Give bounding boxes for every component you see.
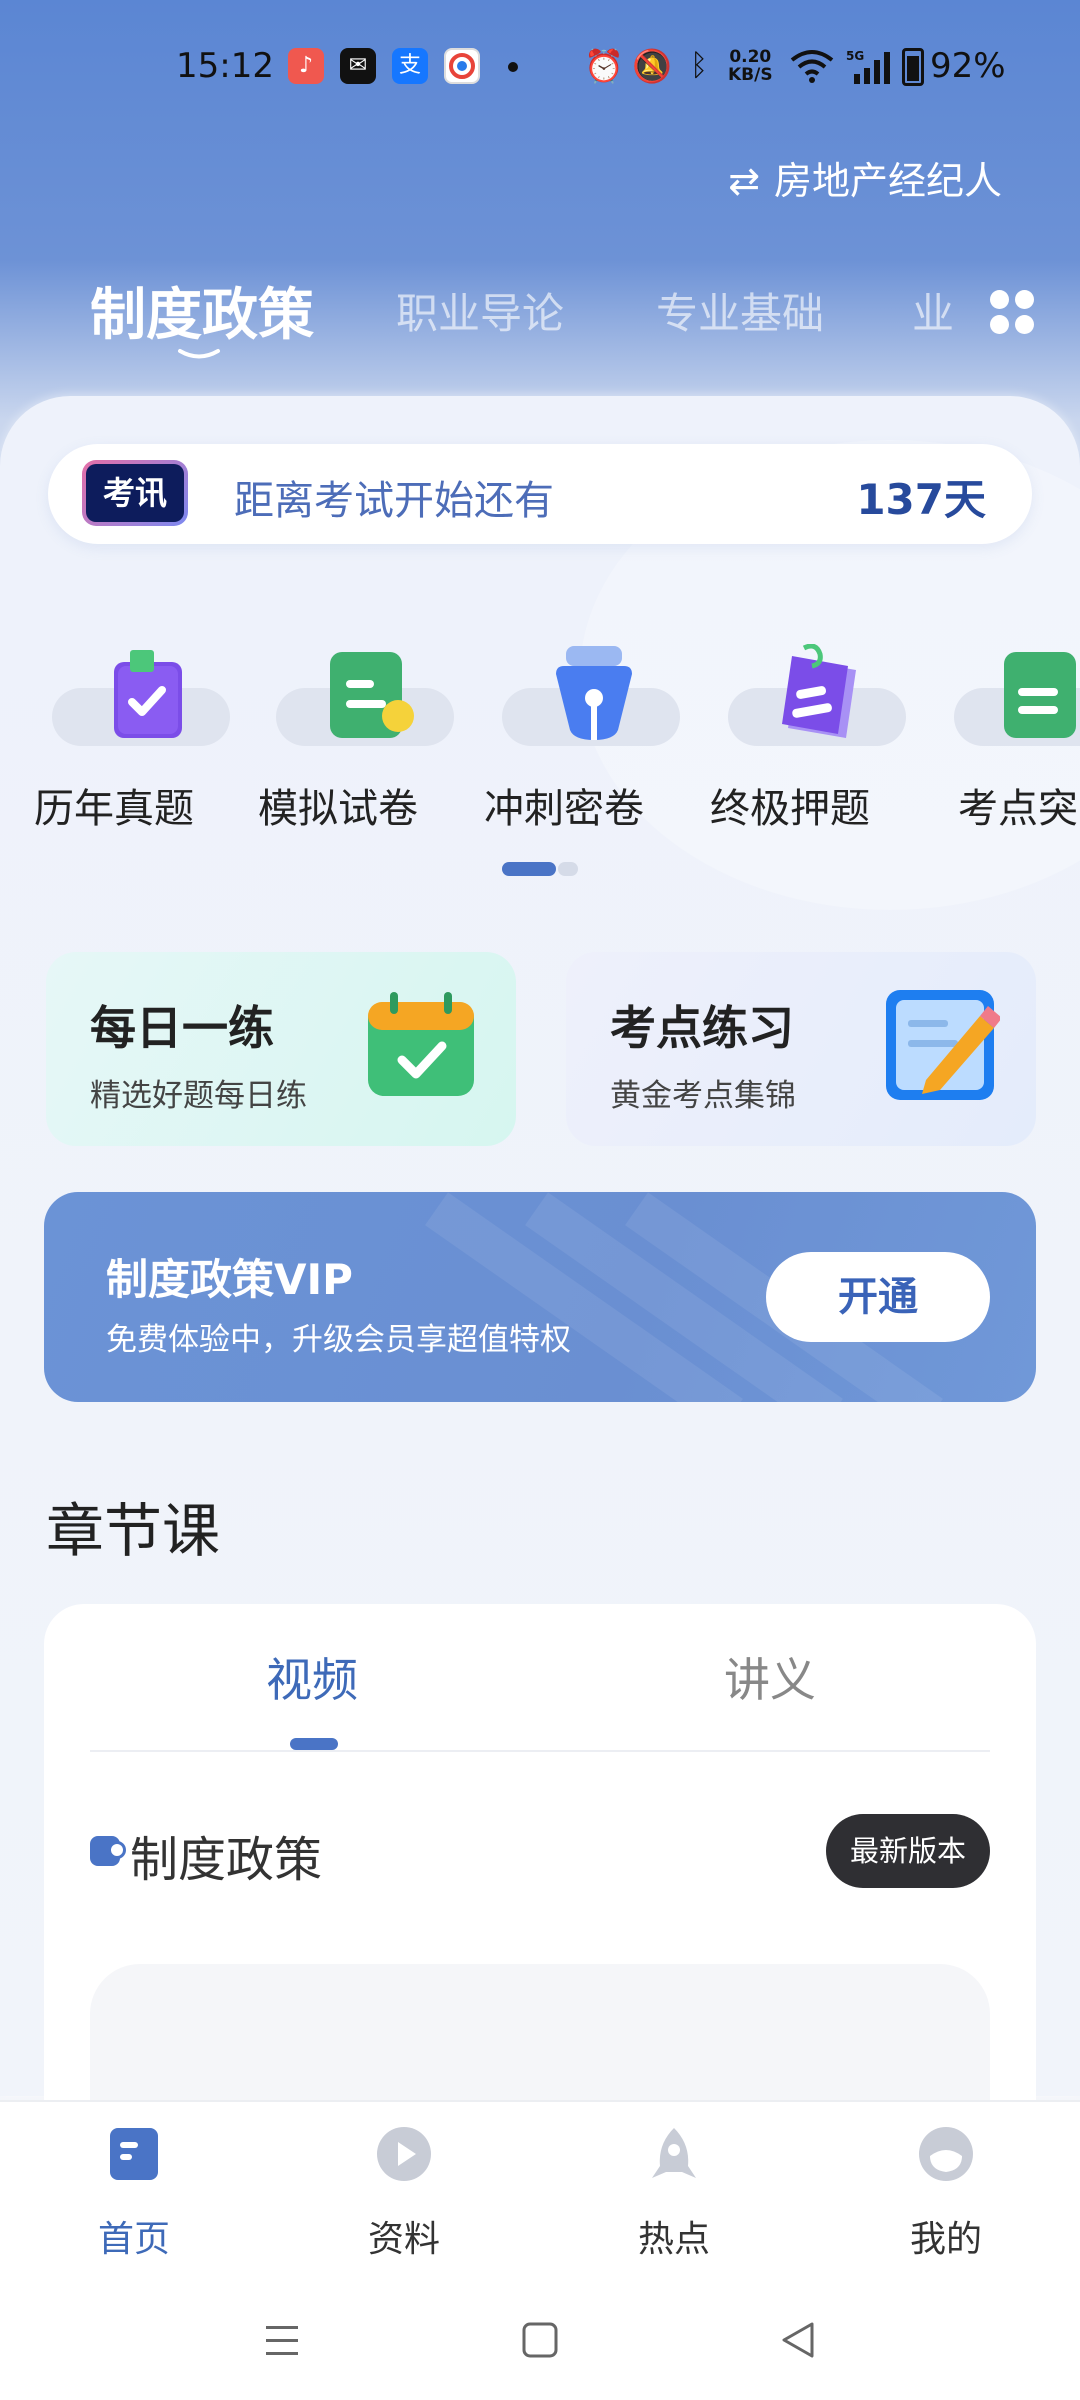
- key-point-practice-title: 考点练习: [610, 1001, 794, 1055]
- exam-switch[interactable]: ⇄ 房地产经纪人: [728, 150, 1002, 205]
- back-icon[interactable]: [768, 2310, 828, 2370]
- nav-label: 首页: [97, 2219, 170, 2260]
- exam-switch-label: 房地产经纪人: [773, 159, 1002, 203]
- nav-hot-topics[interactable]: 热点: [594, 2126, 754, 2260]
- countdown-label: 距离考试开始还有: [234, 478, 554, 524]
- home-icon: [110, 2128, 158, 2180]
- nav-materials[interactable]: 资料: [324, 2126, 484, 2260]
- daily-practice-subtitle: 精选好题每日练: [90, 1078, 307, 1114]
- play-circle-icon: [377, 2127, 431, 2181]
- network-speed-unit: KB/S: [728, 65, 773, 85]
- daily-practice-title: 每日一练: [90, 1001, 274, 1055]
- news-badge-label: 考讯: [86, 464, 184, 522]
- pager-dot-active: [502, 862, 556, 876]
- mock-paper-icon: [330, 652, 414, 738]
- sprint-paper-icon: [556, 646, 632, 740]
- key-points-icon: [1004, 652, 1076, 738]
- vip-activate-button[interactable]: 开通: [766, 1252, 990, 1342]
- vip-subtitle: 免费体验中，升级会员享超值特权: [106, 1322, 571, 1358]
- tab-divider: [90, 1750, 990, 1752]
- home-button-icon[interactable]: [510, 2310, 570, 2370]
- tab-ye[interactable]: 业: [912, 280, 954, 341]
- quick-action-sprint-paper[interactable]: 冲刺密卷: [484, 630, 680, 840]
- latest-version-badge[interactable]: 最新版本: [826, 1814, 990, 1888]
- news-badge: 考讯: [82, 460, 188, 526]
- alarm-icon: ⏰: [584, 47, 624, 85]
- key-point-practice-subtitle: 黄金考点集锦: [610, 1078, 796, 1114]
- quick-action-label: 冲刺密卷: [484, 786, 644, 832]
- quick-action-final-prediction[interactable]: 终极押题: [710, 630, 906, 840]
- battery-icon: [902, 48, 924, 86]
- music-app-icon: ♪: [288, 48, 324, 84]
- network-speed-value: 0.20: [729, 47, 772, 67]
- browser-app-icon: [444, 48, 480, 84]
- profile-icon: [919, 2127, 973, 2181]
- swap-icon: ⇄: [728, 159, 760, 203]
- section-marker-icon: [90, 1836, 126, 1866]
- chapter-section-title: 章节课: [46, 1497, 221, 1565]
- alipay-icon: 支: [392, 48, 428, 84]
- tab-handout[interactable]: 讲义: [724, 1644, 816, 1710]
- pager-dot: [558, 862, 578, 876]
- quick-action-mock-paper[interactable]: 模拟试卷: [258, 630, 454, 840]
- past-papers-icon: [114, 650, 182, 738]
- tab-zhidu-zhengce[interactable]: 制度政策: [90, 270, 314, 351]
- app-screen: 15:12 ♪ ✉ 支 ⏰ 🔕 ᛒ 0.20 KB/S 5G 92% ⇄ 房地产经…: [0, 0, 1080, 2400]
- quick-actions-row: 历年真题 模拟试卷 冲刺密卷 终极押题 考点突: [0, 630, 1080, 840]
- more-tabs-grid-icon[interactable]: [990, 290, 1036, 336]
- wifi-icon: [790, 48, 834, 91]
- exam-countdown-banner[interactable]: 考讯 距离考试开始还有 137天: [48, 444, 1032, 544]
- subject-tabs: 制度政策 职业导论 专业基础 业: [0, 270, 1080, 380]
- signal-5g-icon: 5G: [846, 48, 894, 91]
- quick-action-past-papers[interactable]: 历年真题: [34, 630, 230, 840]
- countdown-days: 137天: [856, 475, 986, 524]
- quick-action-key-points[interactable]: 考点突: [936, 630, 1080, 840]
- nav-label: 我的: [909, 2219, 982, 2260]
- mail-icon: ✉: [340, 48, 376, 84]
- status-bar: 15:12 ♪ ✉ 支 ⏰ 🔕 ᛒ 0.20 KB/S 5G 92%: [0, 40, 1080, 100]
- final-prediction-icon: [782, 644, 856, 738]
- nav-profile[interactable]: 我的: [866, 2126, 1026, 2260]
- tab-video[interactable]: 视频: [266, 1644, 358, 1710]
- calendar-check-icon: [368, 992, 474, 1096]
- bluetooth-icon: ᛒ: [690, 48, 708, 83]
- chapter-tab-indicator: [290, 1738, 338, 1750]
- status-time: 15:12: [176, 46, 274, 86]
- daily-practice-card[interactable]: 每日一练 精选好题每日练: [46, 952, 516, 1146]
- notification-dot: [508, 62, 518, 72]
- quick-actions-pager: [502, 862, 578, 876]
- chapter-course-card: 视频 讲义 制度政策 最新版本: [44, 1604, 1036, 2164]
- tab-zhiye-daolun[interactable]: 职业导论: [396, 280, 564, 341]
- mute-icon: 🔕: [632, 47, 672, 85]
- menu-icon[interactable]: [252, 2310, 312, 2370]
- quick-action-label: 考点突: [958, 786, 1078, 832]
- quick-action-label: 终极押题: [710, 786, 870, 832]
- key-point-practice-card[interactable]: 考点练习 黄金考点集锦: [566, 952, 1036, 1146]
- course-section-title: 制度政策: [130, 1832, 323, 1888]
- nav-label: 资料: [367, 2219, 440, 2260]
- nav-home[interactable]: 首页: [54, 2126, 214, 2260]
- battery-percent: 92%: [930, 46, 1006, 86]
- rocket-icon: [652, 2128, 696, 2178]
- vip-banner[interactable]: 制度政策VIP 免费体验中，升级会员享超值特权 开通: [44, 1192, 1036, 1402]
- network-speed: 0.20 KB/S: [728, 48, 773, 84]
- quick-action-label: 模拟试卷: [258, 786, 418, 832]
- svg-text:5G: 5G: [846, 49, 864, 63]
- nav-label: 热点: [637, 2219, 710, 2260]
- vip-title: 制度政策VIP: [106, 1255, 353, 1304]
- tab-active-indicator: [178, 349, 220, 359]
- notepad-pencil-icon: [886, 990, 1000, 1100]
- quick-action-label: 历年真题: [34, 786, 194, 832]
- tab-zhuanye-jichu[interactable]: 专业基础: [656, 280, 824, 341]
